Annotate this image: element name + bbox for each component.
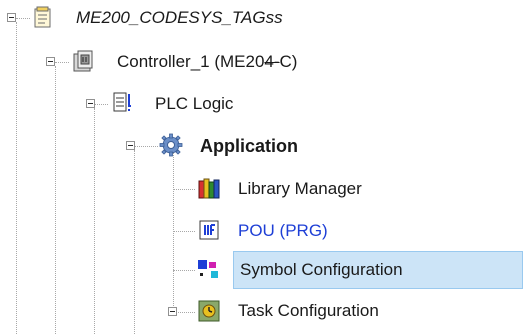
tree-item-label: Symbol Configuration bbox=[240, 260, 403, 279]
tree-item-label: POU (PRG) bbox=[238, 221, 328, 240]
controller-label-tail: C) bbox=[279, 52, 298, 71]
tree-item-label: Controller_1 (ME204-C) bbox=[117, 51, 297, 73]
expand-toggle[interactable] bbox=[168, 307, 177, 316]
collapse-toggle[interactable] bbox=[7, 13, 16, 22]
tree-line bbox=[16, 18, 30, 19]
controller-icon bbox=[73, 50, 93, 72]
project-icon bbox=[34, 6, 51, 28]
symbol-configuration-icon bbox=[198, 260, 218, 278]
tree-line bbox=[16, 22, 17, 334]
tree-line bbox=[173, 231, 195, 232]
library-books-icon bbox=[198, 178, 220, 199]
tree-line bbox=[94, 104, 108, 105]
tree-item-label: Library Manager bbox=[238, 179, 362, 198]
collapse-toggle[interactable] bbox=[86, 99, 95, 108]
tree-line bbox=[173, 270, 195, 271]
pou-program-icon bbox=[199, 220, 219, 240]
tree-line bbox=[55, 62, 69, 63]
plc-logic-icon bbox=[113, 92, 131, 112]
project-tree: ME200_CODESYS_TAGss Controller_1 (ME204-… bbox=[0, 0, 523, 334]
tree-line bbox=[55, 66, 56, 334]
collapse-toggle[interactable] bbox=[46, 57, 55, 66]
tree-item-label: Task Configuration bbox=[238, 301, 379, 320]
controller-label-main: Controller_1 (ME20 bbox=[117, 52, 265, 71]
tree-line bbox=[173, 189, 195, 190]
collapse-toggle[interactable] bbox=[126, 141, 135, 150]
gear-icon bbox=[159, 133, 183, 157]
tree-item-label: ME200_CODESYS_TAGss bbox=[76, 8, 283, 27]
tree-line bbox=[173, 152, 174, 312]
task-configuration-icon bbox=[198, 300, 220, 322]
controller-label-strike: 4- bbox=[264, 52, 280, 71]
tree-line bbox=[94, 108, 95, 334]
tree-item-label: Application bbox=[200, 136, 298, 156]
tree-line bbox=[134, 150, 135, 334]
tree-line bbox=[134, 146, 158, 147]
tree-item-label: PLC Logic bbox=[155, 94, 234, 113]
